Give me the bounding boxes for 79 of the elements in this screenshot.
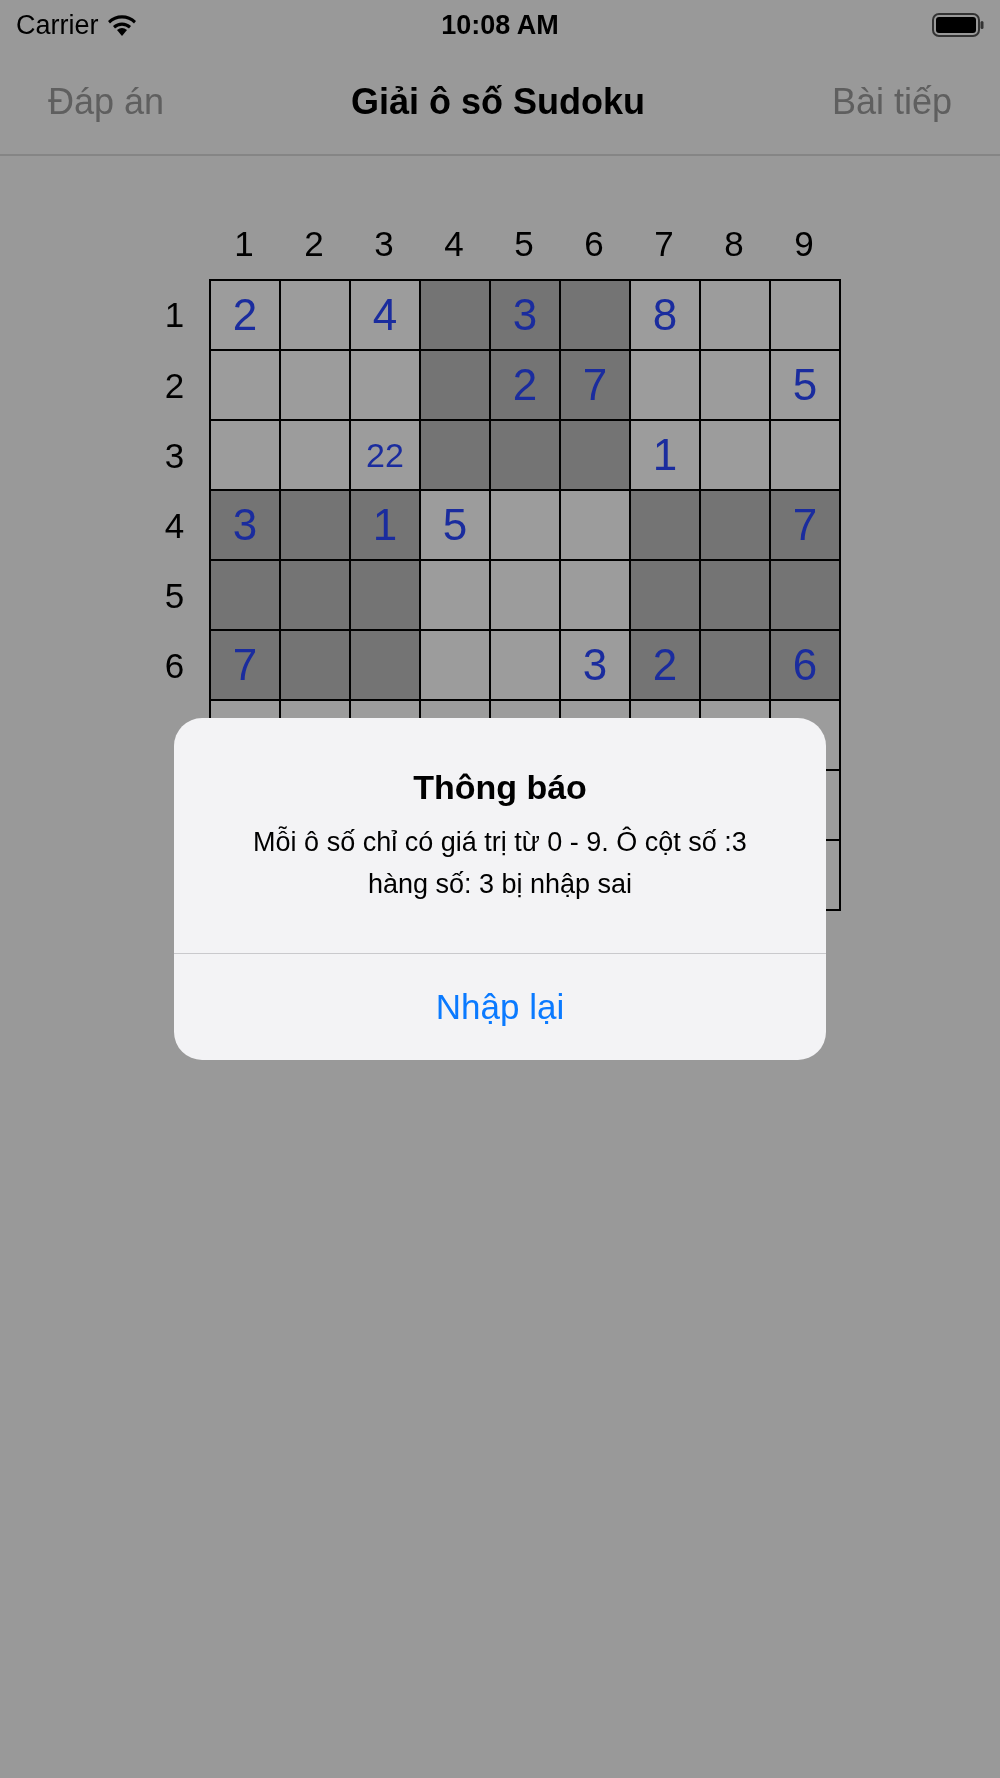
carrier-label: Carrier xyxy=(16,9,99,41)
grid-cell[interactable]: 8 xyxy=(631,281,701,351)
grid-cell[interactable] xyxy=(281,491,351,561)
row-number: 4 xyxy=(164,506,185,546)
screen-title: Giải ô số Sudoku xyxy=(351,81,645,123)
grid-cell[interactable]: 7 xyxy=(771,491,841,561)
grid-cell[interactable] xyxy=(491,631,561,701)
grid-cell[interactable] xyxy=(631,351,701,421)
battery-icon xyxy=(932,13,984,37)
grid-cell[interactable]: 5 xyxy=(421,491,491,561)
grid-cell[interactable] xyxy=(701,351,771,421)
grid-cell[interactable] xyxy=(491,421,561,491)
grid-cell[interactable] xyxy=(771,281,841,351)
column-number: 6 xyxy=(583,224,605,264)
grid-cell[interactable] xyxy=(281,561,351,631)
grid-cell[interactable] xyxy=(421,561,491,631)
grid-cell[interactable] xyxy=(421,281,491,351)
column-number: 1 xyxy=(233,224,255,264)
grid-cell[interactable] xyxy=(561,561,631,631)
column-number: 9 xyxy=(793,224,815,264)
grid-cell[interactable] xyxy=(561,421,631,491)
grid-cell[interactable] xyxy=(351,631,421,701)
grid-cell[interactable] xyxy=(211,351,281,421)
grid-cell[interactable]: 4 xyxy=(351,281,421,351)
row-number: 3 xyxy=(164,436,185,476)
grid-cell[interactable] xyxy=(421,631,491,701)
grid-cell[interactable]: 1 xyxy=(351,491,421,561)
grid-cell[interactable] xyxy=(421,351,491,421)
alert-title: Thông báo xyxy=(412,768,588,807)
grid-cell[interactable] xyxy=(351,561,421,631)
wifi-icon xyxy=(106,14,137,36)
grid-cell[interactable] xyxy=(421,421,491,491)
row-number: 5 xyxy=(164,576,185,616)
grid-cell[interactable] xyxy=(491,491,561,561)
column-number: 4 xyxy=(443,224,465,264)
grid-cell[interactable]: 3 xyxy=(211,491,281,561)
grid-cell[interactable]: 3 xyxy=(561,631,631,701)
row-number: 1 xyxy=(164,295,185,335)
grid-cell[interactable]: 2 xyxy=(631,631,701,701)
clock-time: 10:08 AM xyxy=(441,9,559,41)
grid-cell[interactable] xyxy=(211,421,281,491)
grid-cell[interactable]: 2 xyxy=(491,351,561,421)
next-button[interactable]: Bài tiếp xyxy=(831,81,952,123)
grid-cell[interactable] xyxy=(701,281,771,351)
row-number: 6 xyxy=(164,646,185,686)
grid-cell[interactable] xyxy=(771,561,841,631)
grid-cell[interactable]: 5 xyxy=(771,351,841,421)
grid-cell[interactable] xyxy=(561,491,631,561)
grid-cell[interactable] xyxy=(701,421,771,491)
grid-cell[interactable] xyxy=(491,561,561,631)
grid-cell[interactable] xyxy=(281,421,351,491)
answer-button[interactable]: Đáp án xyxy=(48,81,165,123)
alert-message: Mỗi ô số chỉ có giá trị từ 0 - 9. Ô cột số :3 hàng số: 3 bị nhập sai xyxy=(252,825,748,901)
column-number: 3 xyxy=(373,224,395,264)
grid-cell[interactable]: 1 xyxy=(631,421,701,491)
grid-cell[interactable]: 7 xyxy=(561,351,631,421)
grid-cell[interactable] xyxy=(281,631,351,701)
grid-cell[interactable]: 7 xyxy=(211,631,281,701)
column-number: 8 xyxy=(723,224,745,264)
grid-cell[interactable] xyxy=(561,281,631,351)
row-number: 2 xyxy=(164,366,185,406)
grid-cell[interactable] xyxy=(701,561,771,631)
column-number: 2 xyxy=(303,224,325,264)
grid-cell[interactable] xyxy=(351,351,421,421)
grid-cell[interactable] xyxy=(281,351,351,421)
grid-cell[interactable]: 22 xyxy=(351,421,421,491)
grid-cell[interactable] xyxy=(631,561,701,631)
grid-cell[interactable] xyxy=(701,631,771,701)
grid-cell[interactable]: 6 xyxy=(771,631,841,701)
grid-cell[interactable] xyxy=(281,281,351,351)
grid-cell[interactable] xyxy=(631,491,701,561)
grid-cell[interactable] xyxy=(701,491,771,561)
retry-button[interactable]: Nhập lại xyxy=(174,954,826,1060)
grid-cell[interactable]: 2 xyxy=(211,281,281,351)
grid-cell[interactable] xyxy=(771,421,841,491)
grid-cell[interactable] xyxy=(211,561,281,631)
column-number: 7 xyxy=(653,224,675,264)
grid-cell[interactable]: 3 xyxy=(491,281,561,351)
column-number: 5 xyxy=(513,224,535,264)
